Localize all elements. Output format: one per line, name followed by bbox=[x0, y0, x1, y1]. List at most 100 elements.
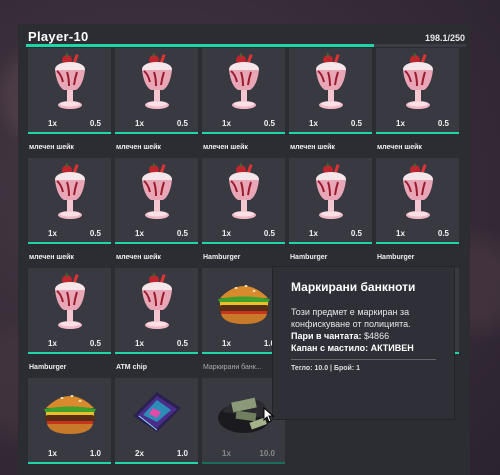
slot-weight: 0.5 bbox=[350, 119, 362, 128]
slot-durability-bar bbox=[28, 352, 111, 354]
inventory-slot[interactable]: Hamburger 1x 1.0 bbox=[28, 364, 111, 464]
milkshake-icon bbox=[115, 158, 198, 228]
inventory-slot[interactable]: 1x 0.5 bbox=[376, 48, 459, 134]
slot-count: 1x bbox=[396, 229, 405, 238]
slot-weight: 0.5 bbox=[176, 339, 188, 348]
mouse-cursor-icon bbox=[263, 407, 275, 423]
slot-count: 1x bbox=[222, 229, 231, 238]
inventory-slot[interactable]: млечен шейк 1x 0.5 bbox=[115, 254, 198, 354]
slot-count: 1x bbox=[309, 229, 318, 238]
inventory-slot[interactable]: млечен шейк 1x 0.5 bbox=[115, 144, 198, 244]
slot-durability-bar bbox=[202, 132, 285, 134]
slot-count: 1x bbox=[48, 449, 57, 458]
inventory-header: Player-10 198.1/250 bbox=[18, 24, 470, 48]
slot-count: 1x bbox=[309, 119, 318, 128]
slot-count: 1x bbox=[222, 339, 231, 348]
tooltip-trap: Капан с мастило: АКТИВЕН bbox=[291, 342, 446, 354]
weight-bar-fill bbox=[26, 44, 374, 47]
tooltip-trap-value: АКТИВЕН bbox=[370, 343, 414, 353]
slot-count: 1x bbox=[48, 119, 57, 128]
slot-count: 1x bbox=[48, 229, 57, 238]
slot-durability-bar bbox=[28, 132, 111, 134]
milkshake-icon bbox=[28, 48, 111, 118]
slot-durability-bar bbox=[289, 132, 372, 134]
slot-count: 1x bbox=[222, 449, 231, 458]
tooltip-cash-value: $4866 bbox=[364, 331, 390, 341]
chip-icon bbox=[115, 378, 198, 448]
slot-weight: 0.5 bbox=[263, 229, 275, 238]
milkshake-icon bbox=[376, 158, 459, 228]
slot-label: млечен шейк bbox=[116, 144, 161, 151]
slot-durability-bar bbox=[115, 132, 198, 134]
tooltip-cash-label: Пари в чантата: bbox=[291, 331, 362, 341]
slot-label: млечен шейк bbox=[29, 144, 74, 151]
tooltip-trap-label: Капан с мастило: bbox=[291, 343, 369, 353]
slot-label: Маркирани банк... bbox=[203, 364, 262, 371]
slot-durability-bar bbox=[376, 242, 459, 244]
weight-bar bbox=[26, 44, 466, 47]
slot-durability-bar bbox=[115, 242, 198, 244]
slot-label: млечен шейк bbox=[290, 144, 335, 151]
slot-count: 2x bbox=[135, 449, 144, 458]
inventory-slot[interactable]: ATM chip 2x 1.0 bbox=[115, 364, 198, 464]
slot-weight: 0.5 bbox=[263, 119, 275, 128]
slot-durability-bar bbox=[202, 242, 285, 244]
tooltip-description: Този предмет е маркиран за конфискуване … bbox=[291, 307, 411, 329]
slot-weight: 0.5 bbox=[89, 339, 101, 348]
inventory-slot[interactable]: млечен шейк 1x 0.5 bbox=[202, 144, 285, 244]
milkshake-icon bbox=[289, 158, 372, 228]
slot-weight: 0.5 bbox=[437, 229, 449, 238]
slot-count: 1x bbox=[48, 339, 57, 348]
inventory-slot[interactable]: млечен шейк 1x 0.5 bbox=[28, 254, 111, 354]
tooltip-title: Маркирани банкноти bbox=[291, 280, 416, 294]
slot-durability-bar bbox=[28, 242, 111, 244]
slot-durability-bar bbox=[202, 462, 285, 464]
slot-label: млечен шейк bbox=[29, 254, 74, 261]
slot-count: 1x bbox=[135, 119, 144, 128]
inventory-slot[interactable]: млечен шейк 1x 0.5 bbox=[28, 144, 111, 244]
slot-count: 1x bbox=[396, 119, 405, 128]
tooltip-footer: Тегло: 10.0 | Брой: 1 bbox=[291, 365, 360, 372]
slot-label: млечен шейк bbox=[116, 254, 161, 261]
burger-icon bbox=[28, 378, 111, 448]
slot-durability-bar bbox=[115, 462, 198, 464]
slot-weight: 0.5 bbox=[437, 119, 449, 128]
inventory-slot[interactable]: млечен шейк 1x 0.5 bbox=[289, 144, 372, 244]
milkshake-icon bbox=[115, 268, 198, 338]
slot-weight: 1.0 bbox=[176, 449, 188, 458]
slot-label: Hamburger bbox=[377, 254, 415, 261]
slot-weight: 1.0 bbox=[89, 449, 101, 458]
inventory-slot[interactable]: 1x 0.5 bbox=[289, 48, 372, 134]
slot-durability-bar bbox=[289, 242, 372, 244]
milkshake-icon bbox=[202, 158, 285, 228]
slot-count: 1x bbox=[135, 339, 144, 348]
slot-label: Hamburger bbox=[203, 254, 241, 261]
slot-weight: 0.5 bbox=[89, 119, 101, 128]
slot-label: млечен шейк bbox=[203, 144, 248, 151]
slot-durability-bar bbox=[376, 132, 459, 134]
inventory-weight: 198.1/250 bbox=[424, 33, 465, 43]
slot-label: млечен шейк bbox=[377, 144, 422, 151]
slot-count: 1x bbox=[135, 229, 144, 238]
tooltip-cash: Пари в чантата: $4866 bbox=[291, 330, 446, 342]
slot-label: Hamburger bbox=[29, 364, 67, 371]
slot-count: 1x bbox=[222, 119, 231, 128]
inventory-slot[interactable]: млечен шейк 1x 0.5 bbox=[376, 144, 459, 244]
inventory-title: Player-10 bbox=[28, 29, 89, 44]
milkshake-icon bbox=[376, 48, 459, 118]
slot-weight: 0.5 bbox=[176, 119, 188, 128]
slot-label: ATM chip bbox=[116, 364, 147, 371]
tooltip-divider bbox=[291, 359, 436, 360]
milkshake-icon bbox=[289, 48, 372, 118]
milkshake-icon bbox=[28, 268, 111, 338]
milkshake-icon bbox=[28, 158, 111, 228]
slot-weight: 0.5 bbox=[350, 229, 362, 238]
slot-label: Hamburger bbox=[290, 254, 328, 261]
milkshake-icon bbox=[202, 48, 285, 118]
slot-weight: 0.5 bbox=[176, 229, 188, 238]
inventory-slot[interactable]: 1x 0.5 bbox=[202, 48, 285, 134]
inventory-slot[interactable]: 1x 0.5 bbox=[115, 48, 198, 134]
slot-durability-bar bbox=[115, 352, 198, 354]
inventory-slot[interactable]: 1x 0.5 bbox=[28, 48, 111, 134]
slot-weight: 0.5 bbox=[89, 229, 101, 238]
